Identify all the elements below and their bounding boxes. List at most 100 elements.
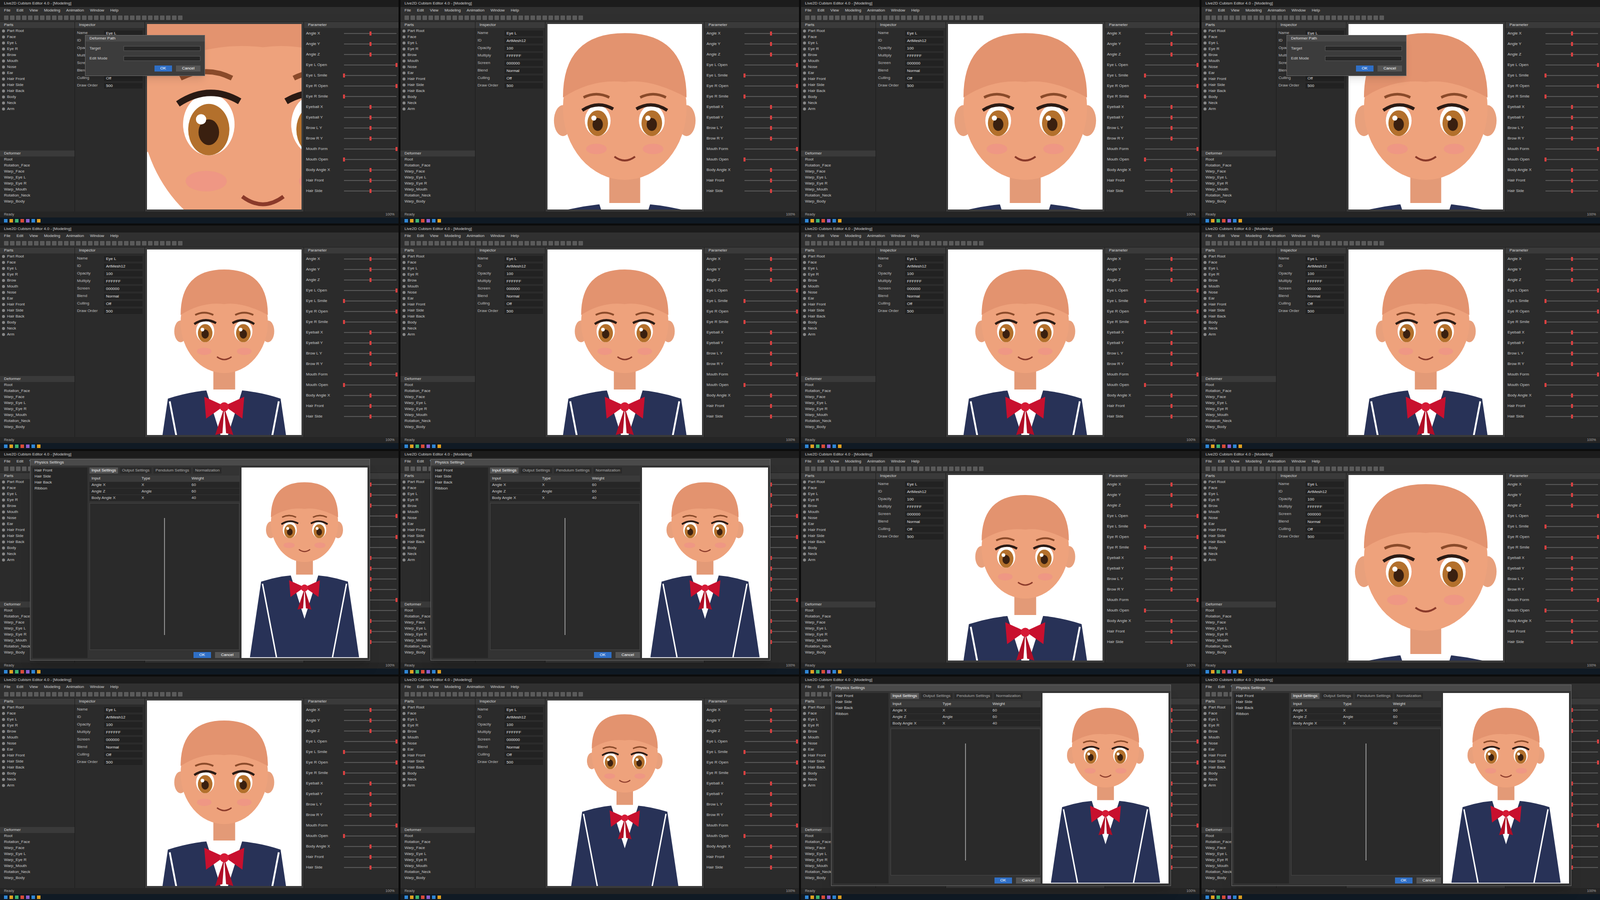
visibility-icon[interactable] [402,273,406,276]
part-item[interactable]: Ear [1201,70,1276,76]
visibility-icon[interactable] [803,522,806,526]
deformer-item[interactable]: Warp_Mouth [0,412,75,418]
parameter-slider[interactable] [1545,96,1598,97]
inspector-field[interactable]: FFFFFF [905,504,944,510]
part-item[interactable]: Neck [0,100,75,106]
parameter-slider[interactable] [744,311,797,312]
taskbar-app-icon[interactable] [26,219,30,223]
table-row[interactable]: Angle XX60 [490,481,640,488]
visibility-icon[interactable] [803,107,806,111]
tool-icon[interactable] [566,15,571,20]
tab[interactable]: Pendulum Settings [554,467,592,474]
tool-icon[interactable] [416,692,421,697]
part-item[interactable]: Hair Back [801,313,876,320]
tool-icon[interactable] [841,241,846,246]
deformer-item[interactable]: Warp_Mouth [801,637,876,644]
part-item[interactable]: Arm [400,331,475,338]
visibility-icon[interactable] [2,101,5,105]
part-item[interactable]: Hair Side [1201,82,1276,88]
part-item[interactable]: Arm [0,331,75,338]
deformer-item[interactable]: Root [400,156,475,163]
part-item[interactable]: Eye L [801,40,876,46]
tool-icon[interactable] [4,466,9,471]
parameter-slider[interactable] [344,741,397,742]
part-item[interactable]: Face [400,259,475,266]
tool-icon[interactable] [494,692,499,697]
tool-icon[interactable] [506,692,511,697]
part-item[interactable]: Ear [0,70,75,76]
parameter-slider[interactable] [744,96,797,97]
tool-icon[interactable] [416,15,421,20]
parameter-slider[interactable] [744,321,797,323]
visibility-icon[interactable] [402,528,406,532]
visibility-icon[interactable] [2,736,5,739]
visibility-icon[interactable] [402,65,406,69]
part-item[interactable]: Nose [801,64,876,70]
tool-icon[interactable] [895,241,900,246]
part-item[interactable]: Part Root [0,28,75,34]
tool-icon[interactable] [1361,241,1366,246]
tool-icon[interactable] [943,241,948,246]
tool-icon[interactable] [578,15,583,20]
part-item[interactable]: Face [400,34,475,40]
inspector-field[interactable]: ArtMesh12 [104,714,143,720]
visibility-icon[interactable] [402,742,406,745]
part-item[interactable]: Part Root [400,704,475,711]
parameter-slider[interactable] [1545,353,1598,354]
visibility-icon[interactable] [803,59,806,63]
deformer-item[interactable]: Warp_Mouth [801,412,876,418]
inspector-field[interactable]: Normal [905,519,944,525]
tool-icon[interactable] [871,241,876,246]
tool-icon[interactable] [1301,466,1306,471]
tool-icon[interactable] [166,15,171,20]
part-item[interactable]: Brow [400,52,475,58]
taskbar-app-icon[interactable] [1238,670,1242,674]
tab[interactable]: Normalization [193,467,222,474]
parameter-slider[interactable] [344,374,397,375]
tool-icon[interactable] [937,15,942,20]
tool-icon[interactable] [979,241,984,246]
deformer-item[interactable]: Warp_Face [801,168,876,175]
tool-icon[interactable] [572,241,577,246]
tool-icon[interactable] [124,692,129,697]
parameter-slider[interactable] [1545,395,1598,396]
parameter-slider[interactable] [1145,610,1198,611]
parameter-slider[interactable] [1145,148,1198,150]
visibility-icon[interactable] [1203,261,1207,264]
visibility-icon[interactable] [2,546,5,550]
visibility-icon[interactable] [402,255,406,258]
dialog-field[interactable] [123,56,201,61]
tool-icon[interactable] [4,241,9,246]
part-item[interactable]: Body [801,319,876,326]
tool-icon[interactable] [1331,15,1336,20]
tool-icon[interactable] [10,241,15,246]
tool-icon[interactable] [1277,15,1282,20]
visibility-icon[interactable] [2,552,5,556]
visibility-icon[interactable] [2,267,5,270]
tool-icon[interactable] [4,692,9,697]
tool-icon[interactable] [52,241,57,246]
tab[interactable]: Input Settings [89,467,118,474]
parameter-slider[interactable] [1145,85,1198,87]
taskbar-app-icon[interactable] [426,670,430,674]
tool-icon[interactable] [106,15,111,20]
tool-icon[interactable] [859,15,864,20]
parameter-slider[interactable] [344,85,397,87]
deformer-item[interactable]: Rotation_Face [1201,613,1276,620]
taskbar-app-icon[interactable] [1238,219,1242,223]
deformer-item[interactable]: Root [0,833,75,839]
parameter-slider[interactable] [1545,85,1598,87]
canvas[interactable] [147,700,302,886]
tool-icon[interactable] [913,466,918,471]
inspector-field[interactable]: ArtMesh12 [1305,489,1344,495]
tool-icon[interactable] [895,15,900,20]
tool-icon[interactable] [64,692,69,697]
parameter-slider[interactable] [344,311,397,312]
visibility-icon[interactable] [402,480,406,484]
part-item[interactable]: Arm [1201,331,1276,338]
tool-icon[interactable] [1253,15,1258,20]
menu-item[interactable]: Animation [466,7,485,14]
parameter-slider[interactable] [344,117,397,118]
visibility-icon[interactable] [1203,510,1207,514]
menu-item[interactable]: Window [1291,458,1306,465]
